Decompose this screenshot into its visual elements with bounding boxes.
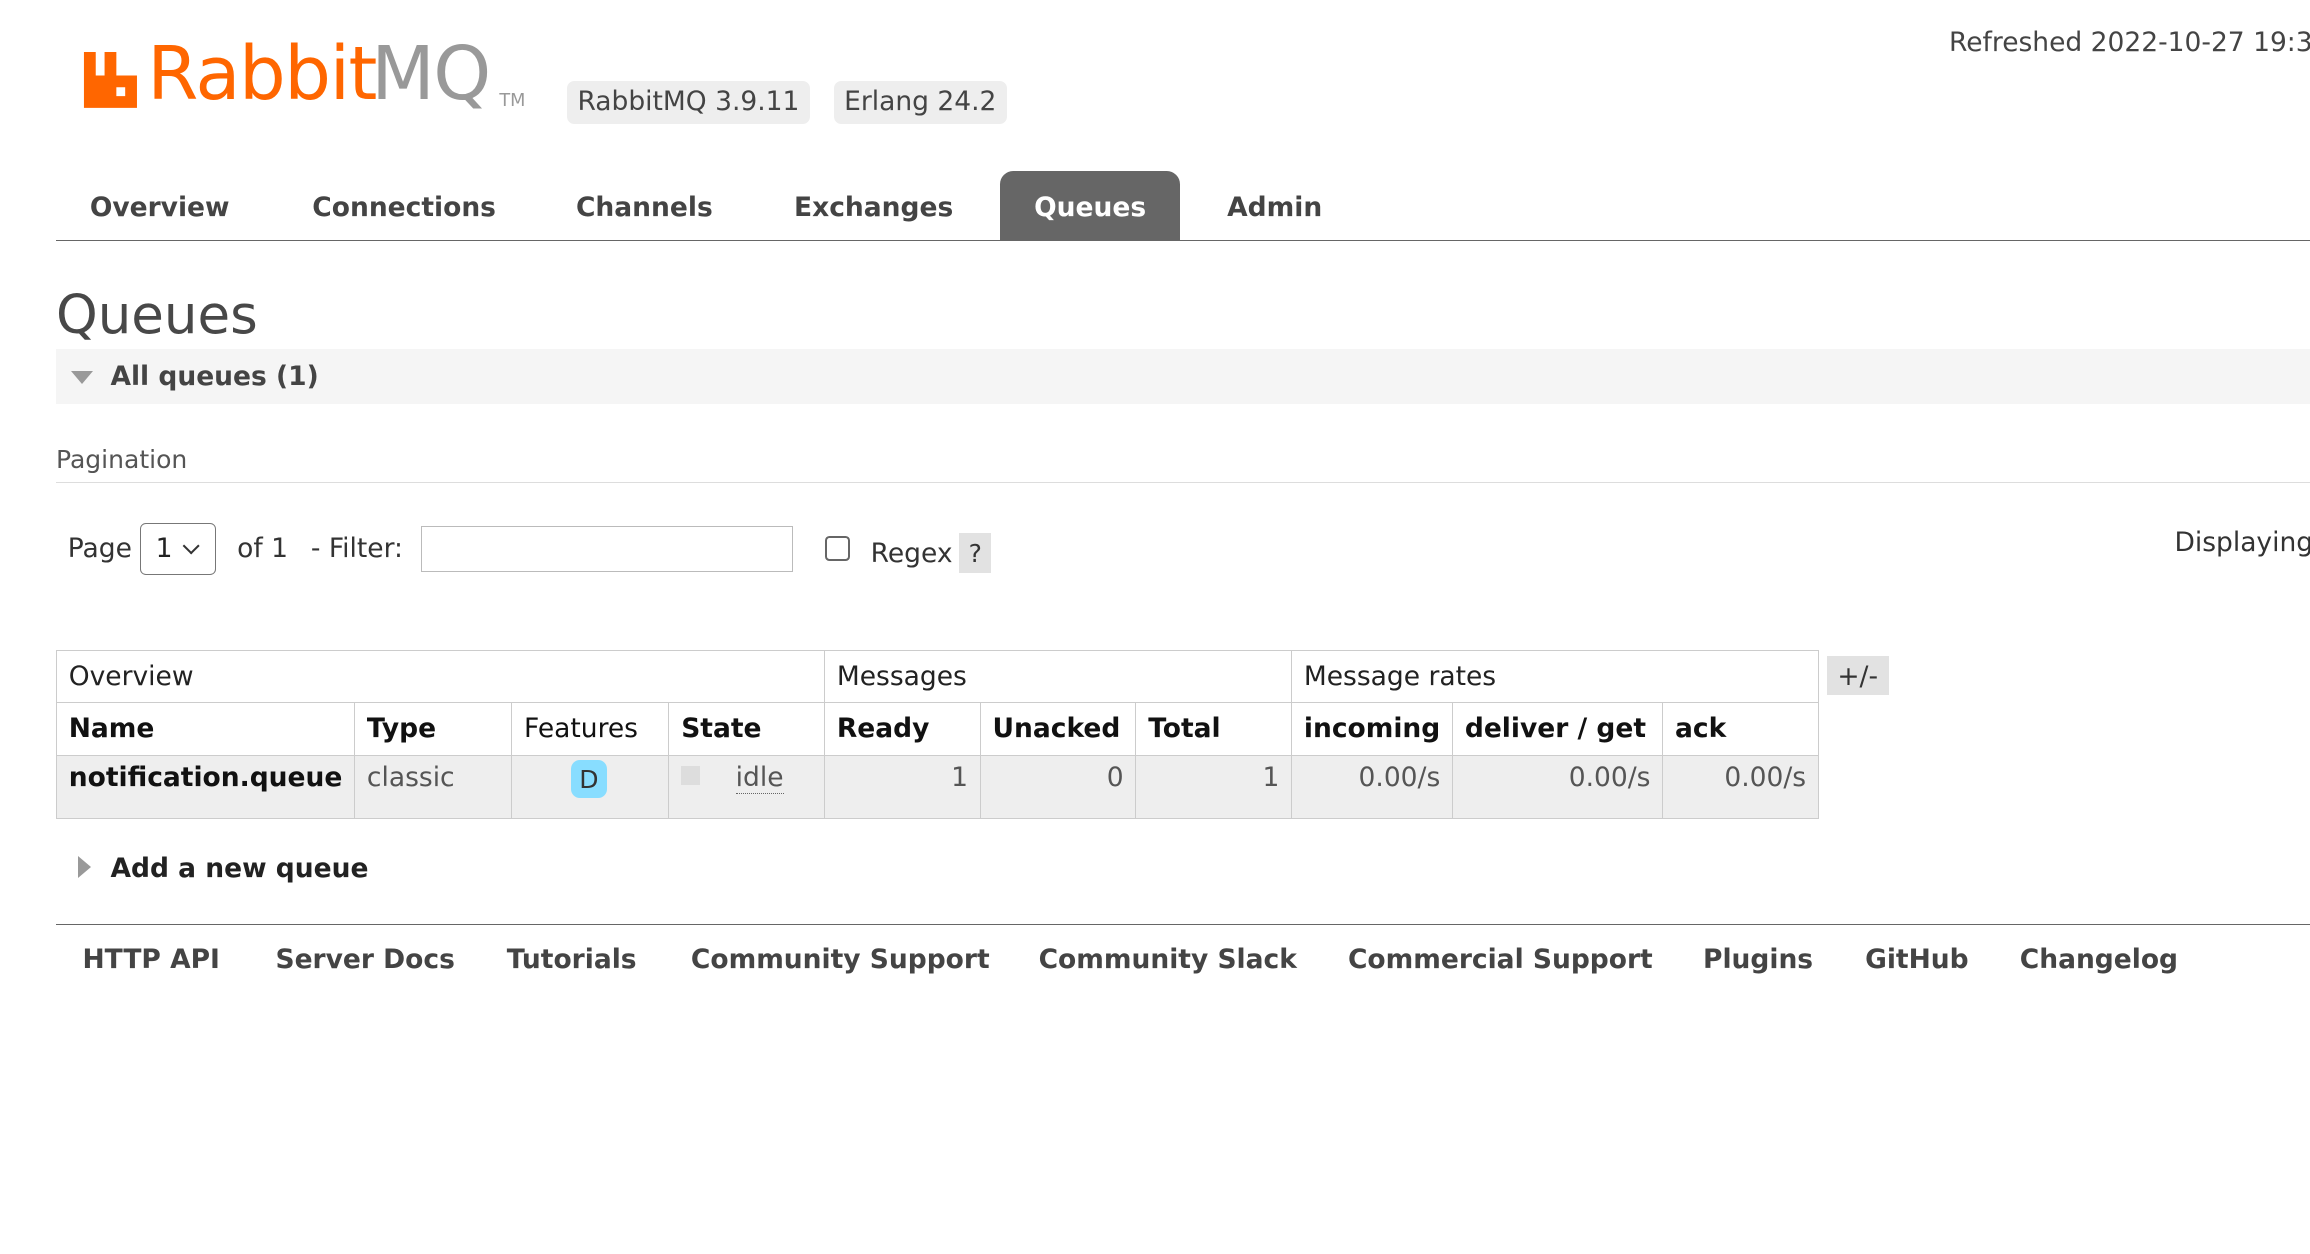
displaying-label: Displaying — [2174, 527, 2310, 559]
filter-input[interactable] — [421, 525, 793, 572]
rabbitmq-version-badge: RabbitMQ 3.9.11 — [567, 81, 810, 124]
column-header-type[interactable]: Type — [354, 702, 513, 756]
expand-triangle-icon — [78, 855, 91, 878]
tab-admin[interactable]: Admin — [1193, 171, 1356, 240]
footer-divider — [55, 923, 2310, 926]
column-header-name[interactable]: Name — [55, 702, 356, 756]
footer-link-commercial-support[interactable]: Commercial Support — [1348, 944, 1653, 975]
page: Rabbit MQ TM RabbitMQ 3.9.11 Erlang 24.2… — [0, 0, 2310, 1254]
footer-link-community-support[interactable]: Community Support — [691, 944, 990, 975]
queue-incoming-rate: 0.00/s — [1291, 754, 1454, 819]
main-nav-tabs: Overview Connections Channels Exchanges … — [55, 170, 2310, 242]
page-select[interactable]: 1 — [139, 522, 216, 576]
queue-unacked: 0 — [979, 754, 1137, 819]
footer-link-http-api[interactable]: HTTP API — [82, 944, 219, 975]
regex-label: Regex — [870, 537, 953, 569]
queue-deliver-get-rate: 0.00/s — [1452, 754, 1664, 819]
table-column-header-row: Name Type Features State Ready Unacked T… — [55, 702, 1819, 756]
footer-link-server-docs[interactable]: Server Docs — [275, 944, 454, 975]
table-group-header-row: Overview Messages Message rates — [55, 649, 1819, 704]
tab-exchanges[interactable]: Exchanges — [760, 171, 987, 240]
durable-feature-badge[interactable]: D — [571, 760, 607, 799]
column-header-incoming[interactable]: incoming — [1291, 702, 1454, 756]
tab-queues[interactable]: Queues — [1000, 170, 1181, 241]
queue-type: classic — [354, 754, 513, 819]
footer-link-changelog[interactable]: Changelog — [2020, 944, 2178, 975]
group-header-message-rates: Message rates — [1291, 649, 1819, 704]
logo-text-rabbit: Rabbit — [147, 32, 377, 118]
tab-connections[interactable]: Connections — [278, 171, 529, 240]
page-count-label: of 1 — [237, 533, 288, 565]
refreshed-timestamp[interactable]: Refreshed 2022-10-27 19:3 — [1949, 27, 2310, 58]
group-header-overview: Overview — [55, 649, 826, 704]
page-select-value: 1 — [155, 532, 173, 564]
erlang-version-badge: Erlang 24.2 — [833, 81, 1007, 124]
footer-link-github[interactable]: GitHub — [1865, 944, 1969, 975]
queue-ack-rate: 0.00/s — [1662, 754, 1819, 819]
column-header-total[interactable]: Total — [1135, 702, 1293, 756]
queue-state: idle — [668, 754, 826, 819]
queue-name-link[interactable]: notification.queue — [55, 754, 356, 819]
column-header-unacked[interactable]: Unacked — [979, 702, 1137, 756]
queue-total: 1 — [1135, 754, 1293, 819]
column-header-ack[interactable]: ack — [1662, 702, 1819, 756]
logo-trademark: TM — [499, 91, 526, 112]
queue-ready: 1 — [824, 754, 981, 819]
page-title: Queues — [55, 284, 258, 347]
pagination-label: Pagination — [55, 444, 188, 474]
logo-text-mq: MQ — [371, 32, 491, 118]
regex-help-button[interactable]: ? — [959, 533, 992, 574]
column-header-ready[interactable]: Ready — [824, 702, 981, 756]
filter-label: - Filter: — [310, 533, 403, 565]
add-queue-label: Add a new queue — [110, 852, 369, 884]
queues-table: Overview Messages Message rates Name Typ… — [55, 649, 1819, 819]
tab-overview[interactable]: Overview — [56, 171, 263, 240]
column-header-state[interactable]: State — [668, 702, 826, 756]
column-header-deliver-get[interactable]: deliver / get — [1452, 702, 1664, 756]
footer-link-plugins[interactable]: Plugins — [1703, 944, 1813, 975]
collapse-triangle-icon — [70, 371, 93, 384]
all-queues-section-toggle[interactable]: All queues (1) — [55, 349, 2310, 404]
footer-link-tutorials[interactable]: Tutorials — [507, 944, 637, 975]
chevron-down-icon — [182, 537, 200, 556]
tab-channels[interactable]: Channels — [542, 171, 747, 240]
page-label: Page — [67, 533, 132, 565]
footer-link-community-slack[interactable]: Community Slack — [1039, 944, 1297, 975]
queue-state-label[interactable]: idle — [735, 761, 784, 794]
pagination-divider — [55, 481, 2310, 484]
toggle-columns-button[interactable]: +/- — [1826, 655, 1889, 696]
regex-checkbox[interactable] — [824, 536, 851, 562]
column-header-features: Features — [511, 702, 670, 756]
queue-features: D — [511, 754, 670, 819]
table-row[interactable]: notification.queue classic D idle 1 0 1 … — [55, 754, 1819, 819]
all-queues-title: All queues (1) — [110, 360, 319, 392]
state-indicator-icon — [681, 766, 701, 786]
rabbitmq-logo-icon — [83, 51, 137, 108]
group-header-messages: Messages — [824, 649, 1293, 704]
